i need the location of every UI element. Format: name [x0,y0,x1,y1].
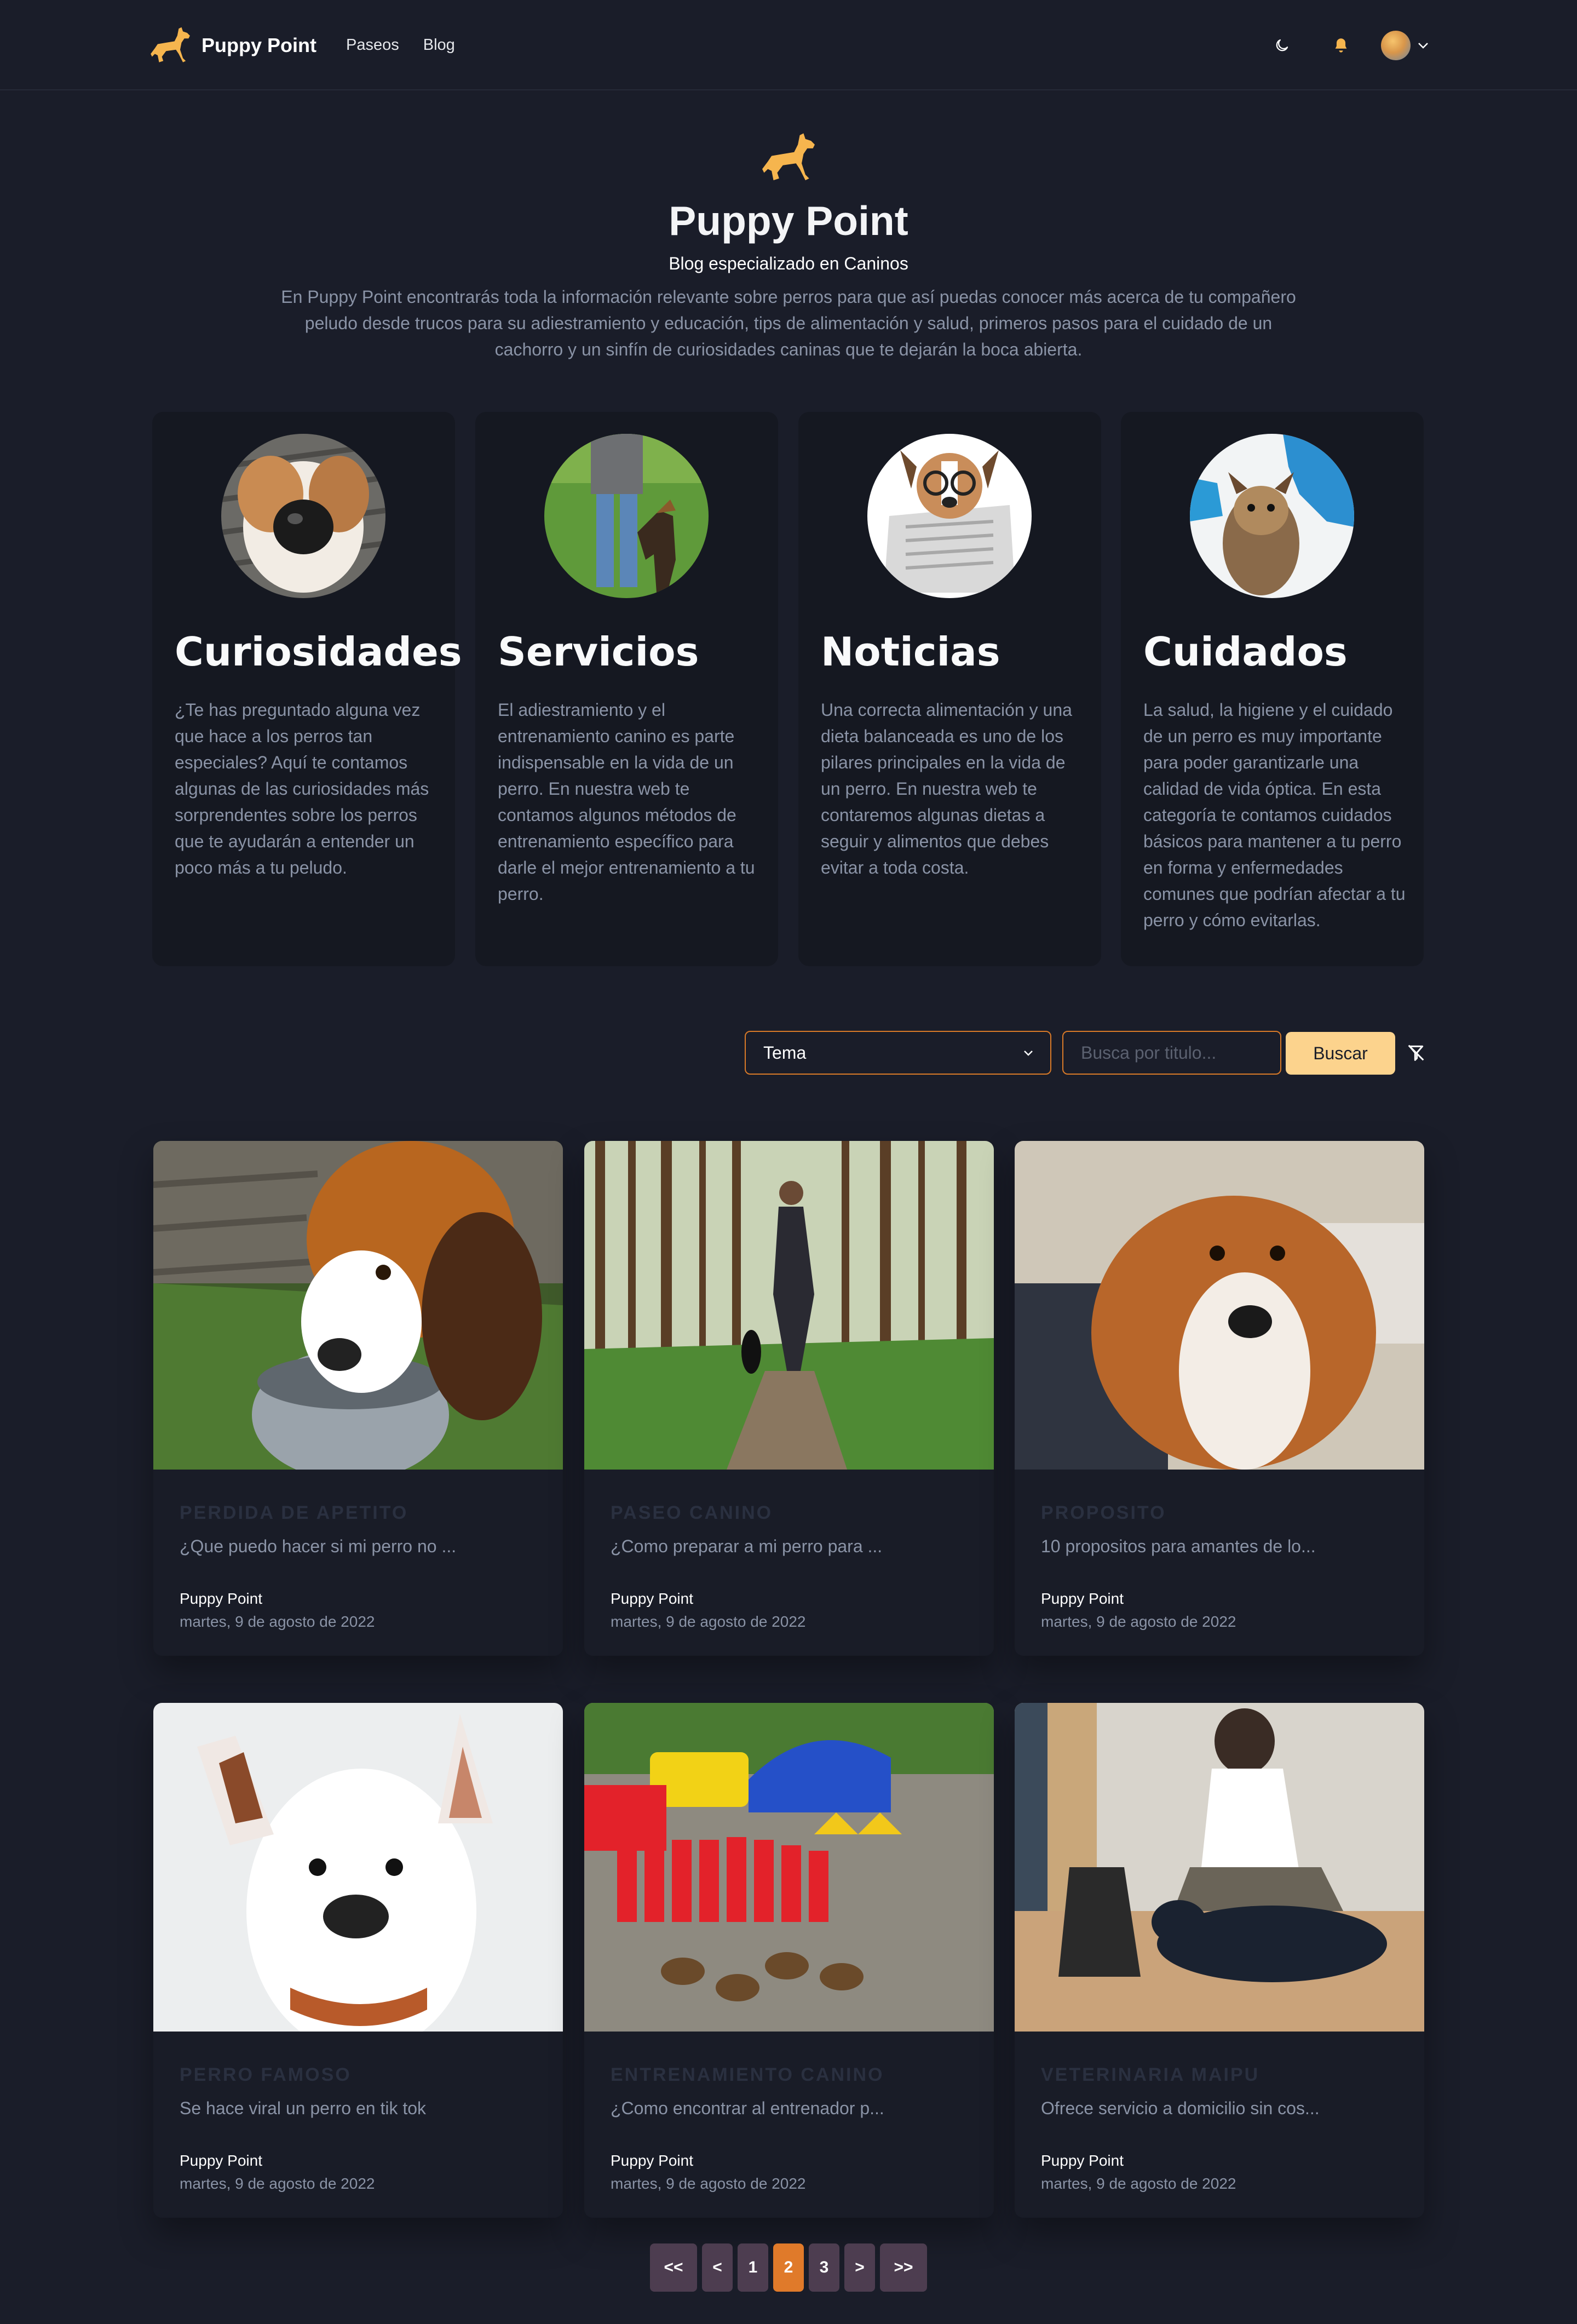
post-body: PERDIDA DE APETITO ¿Que puedo hacer si m… [153,1470,563,1656]
category-card-cuidados[interactable]: Cuidados La salud, la higiene y el cuida… [1121,412,1424,966]
avatar [1381,31,1411,60]
bell-icon [1335,38,1347,53]
post-excerpt: 10 propositos para amantes de lo... [1041,1536,1316,1556]
page-prev-button[interactable]: < [702,2243,733,2292]
post-image [153,1703,563,2032]
post-category: PERDIDA DE APETITO [180,1502,408,1523]
navbar: Puppy Point Paseos Blog [0,0,1577,90]
category-title: Noticias [821,629,1000,675]
dog-logo-icon [151,27,190,62]
post-body: PERRO FAMOSO Se hace viral un perro en t… [153,2032,563,2218]
brand-name: Puppy Point [202,33,316,56]
category-image-servicios [544,434,709,598]
post-body: PROPOSITO 10 propositos para amantes de … [1015,1470,1424,1656]
nav-link-paseos[interactable]: Paseos [346,32,399,58]
post-author: Puppy Point [180,1590,262,1607]
pagination: << < 1 2 3 > >> [0,2243,1577,2293]
post-excerpt: ¿Como encontrar al entrenador p... [611,2098,884,2118]
post-card[interactable]: VETERINARIA MAIPU Ofrece servicio a domi… [1015,1703,1424,2218]
chevron-down-icon [1418,43,1428,49]
filter-bar: Tema Buscar [0,1031,1577,1076]
brand-link[interactable]: Puppy Point [148,25,316,66]
category-description: La salud, la higiene y el cuidado de un … [1143,700,1406,930]
post-body: VETERINARIA MAIPU Ofrece servicio a domi… [1015,2032,1424,2218]
post-category: PASEO CANINO [611,1502,773,1523]
hero: Puppy Point Blog especializado en Canino… [0,131,1577,363]
page-last-button[interactable]: >> [880,2243,927,2292]
category-description: Una correcta alimentación y una dieta ba… [821,700,1072,877]
post-category: VETERINARIA MAIPU [1041,2064,1260,2085]
category-description: ¿Te has preguntado alguna vez que hace a… [175,700,429,877]
nav-links: Paseos Blog [346,32,455,58]
category-description: El adiestramiento y el entrenamiento can… [498,700,755,904]
moon-icon [1276,39,1288,51]
page-button-2[interactable]: 2 [773,2243,804,2292]
clear-filter-icon[interactable] [1405,1042,1427,1064]
search-input[interactable] [1062,1031,1281,1075]
notifications-button[interactable] [1322,26,1360,65]
post-date: martes, 9 de agosto de 2022 [1041,2175,1236,2192]
post-author: Puppy Point [180,2152,262,2169]
category-title: Servicios [498,629,699,675]
page-first-button[interactable]: << [650,2243,697,2292]
post-date: martes, 9 de agosto de 2022 [611,1613,806,1630]
post-author: Puppy Point [611,2152,693,2169]
category-card-curiosidades[interactable]: Curiosidades ¿Te has preguntado alguna v… [152,412,462,966]
category-image-noticias [867,434,1032,598]
theme-toggle-button[interactable] [1263,26,1301,65]
post-body: PASEO CANINO ¿Como preparar a mi perro p… [584,1470,994,1656]
tema-select-value: Tema [763,1043,807,1063]
post-image [584,1703,994,2032]
post-author: Puppy Point [1041,2152,1124,2169]
category-card-servicios[interactable]: Servicios El adiestramiento y el entrena… [475,412,778,966]
category-image-curiosidades [221,434,385,598]
post-excerpt: Se hace viral un perro en tik tok [180,2098,427,2118]
dog-logo-icon [762,133,815,181]
tema-select[interactable]: Tema [745,1031,1051,1075]
page-button-3[interactable]: 3 [809,2243,839,2292]
page-button-1[interactable]: 1 [738,2243,768,2292]
category-card-noticias[interactable]: Noticias Una correcta alimentación y una… [798,412,1101,966]
nav-actions [1242,26,1429,65]
post-category: PROPOSITO [1041,1502,1166,1523]
post-category: ENTRENAMIENTO CANINO [611,2064,884,2085]
post-date: martes, 9 de agosto de 2022 [180,1613,375,1630]
nav-link-blog[interactable]: Blog [423,32,455,58]
post-date: martes, 9 de agosto de 2022 [180,2175,375,2192]
post-category: PERRO FAMOSO [180,2064,352,2085]
user-menu-button[interactable] [1381,31,1429,60]
chevron-down-icon [1024,1051,1033,1056]
hero-title: Puppy Point [669,198,908,244]
post-image [153,1141,563,1470]
search-button[interactable]: Buscar [1286,1032,1395,1075]
category-cards: Curiosidades ¿Te has preguntado alguna v… [152,412,1424,966]
post-image [1015,1703,1424,2032]
post-image [584,1141,994,1470]
page-next-button[interactable]: > [844,2243,875,2292]
post-author: Puppy Point [1041,1590,1124,1607]
post-body: ENTRENAMIENTO CANINO ¿Como encontrar al … [584,2032,994,2218]
category-title: Cuidados [1143,629,1348,675]
post-card[interactable]: PERRO FAMOSO Se hace viral un perro en t… [153,1703,563,2218]
post-card[interactable]: PERDIDA DE APETITO ¿Que puedo hacer si m… [153,1141,563,1656]
hero-description: En Puppy Point encontrarás toda la infor… [281,287,1296,359]
post-card[interactable]: ENTRENAMIENTO CANINO ¿Como encontrar al … [584,1703,994,2218]
category-title: Curiosidades [175,629,462,675]
hero-subtitle: Blog especializado en Caninos [669,254,908,273]
post-image [1015,1141,1424,1470]
post-excerpt: ¿Como preparar a mi perro para ... [611,1536,883,1556]
post-excerpt: ¿Que puedo hacer si mi perro no ... [180,1536,457,1556]
post-author: Puppy Point [611,1590,693,1607]
post-date: martes, 9 de agosto de 2022 [1041,1613,1236,1630]
post-card[interactable]: PASEO CANINO ¿Como preparar a mi perro p… [584,1141,994,1656]
post-card[interactable]: PROPOSITO 10 propositos para amantes de … [1015,1141,1424,1656]
category-image-cuidados [1190,434,1354,598]
post-excerpt: Ofrece servicio a domicilio sin cos... [1041,2098,1320,2118]
post-date: martes, 9 de agosto de 2022 [611,2175,806,2192]
